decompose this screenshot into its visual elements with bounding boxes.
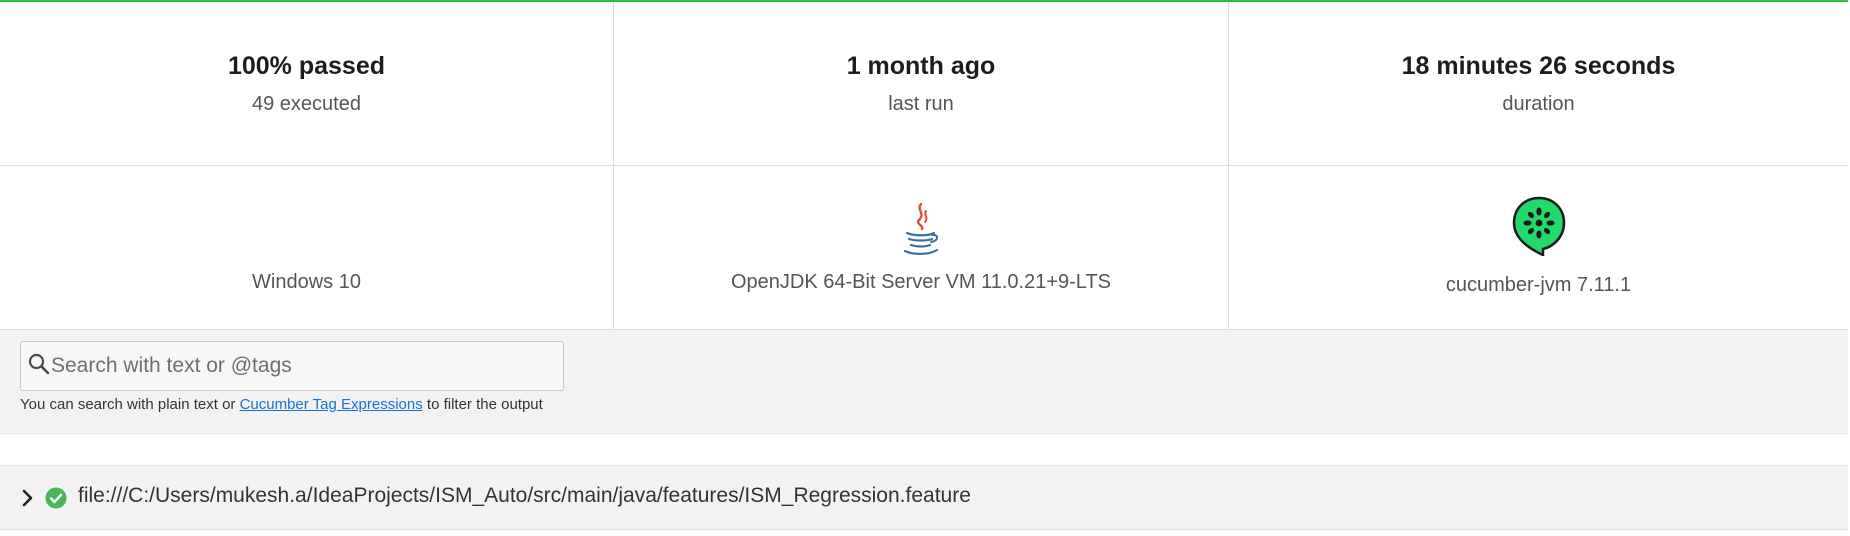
last-run-stat: 1 month ago last run — [614, 2, 1229, 166]
executed-count: 49 executed — [252, 93, 361, 115]
search-input[interactable] — [51, 342, 551, 390]
java-icon — [903, 202, 939, 255]
search-icon — [28, 353, 50, 375]
feature-path[interactable]: file:///C:/Users/mukesh.a/IdeaProjects/I… — [78, 484, 971, 508]
search-help-text: You can search with plain text or Cucumb… — [20, 396, 543, 413]
os-info: Windows 10 — [0, 166, 614, 418]
report-summary: 100% passed 49 executed 1 month ago last… — [0, 2, 1848, 418]
last-run-label: last run — [888, 93, 954, 115]
os-label: Windows 10 — [252, 271, 361, 293]
search-box — [20, 341, 564, 391]
runtime-info: OpenJDK 64-Bit Server VM 11.0.21+9-LTS — [614, 166, 1229, 330]
passed-check-icon — [45, 487, 67, 509]
search-help-suffix: to filter the output — [426, 396, 543, 413]
passed-stat: 100% passed 49 executed — [0, 2, 614, 166]
runtime-label: OpenJDK 64-Bit Server VM 11.0.21+9-LTS — [731, 271, 1111, 293]
results-divider — [0, 434, 1848, 466]
implementation-info: cucumber-jvm 7.11.1 — [1229, 166, 1848, 330]
search-panel: You can search with plain text or Cucumb… — [0, 330, 1848, 434]
last-run-value: 1 month ago — [846, 52, 996, 80]
search-help-prefix: You can search with plain text or — [20, 396, 236, 413]
duration-stat: 18 minutes 26 seconds duration — [1229, 2, 1848, 166]
duration-label: duration — [1502, 93, 1575, 115]
feature-row[interactable]: file:///C:/Users/mukesh.a/IdeaProjects/I… — [0, 466, 1848, 530]
chevron-right-icon[interactable] — [20, 486, 36, 510]
duration-value: 18 minutes 26 seconds — [1401, 52, 1676, 80]
passed-value: 100% passed — [227, 52, 386, 80]
cucumber-icon — [1512, 196, 1565, 256]
implementation-label: cucumber-jvm 7.11.1 — [1445, 274, 1632, 296]
tag-expressions-link[interactable]: Cucumber Tag Expressions — [240, 396, 423, 413]
